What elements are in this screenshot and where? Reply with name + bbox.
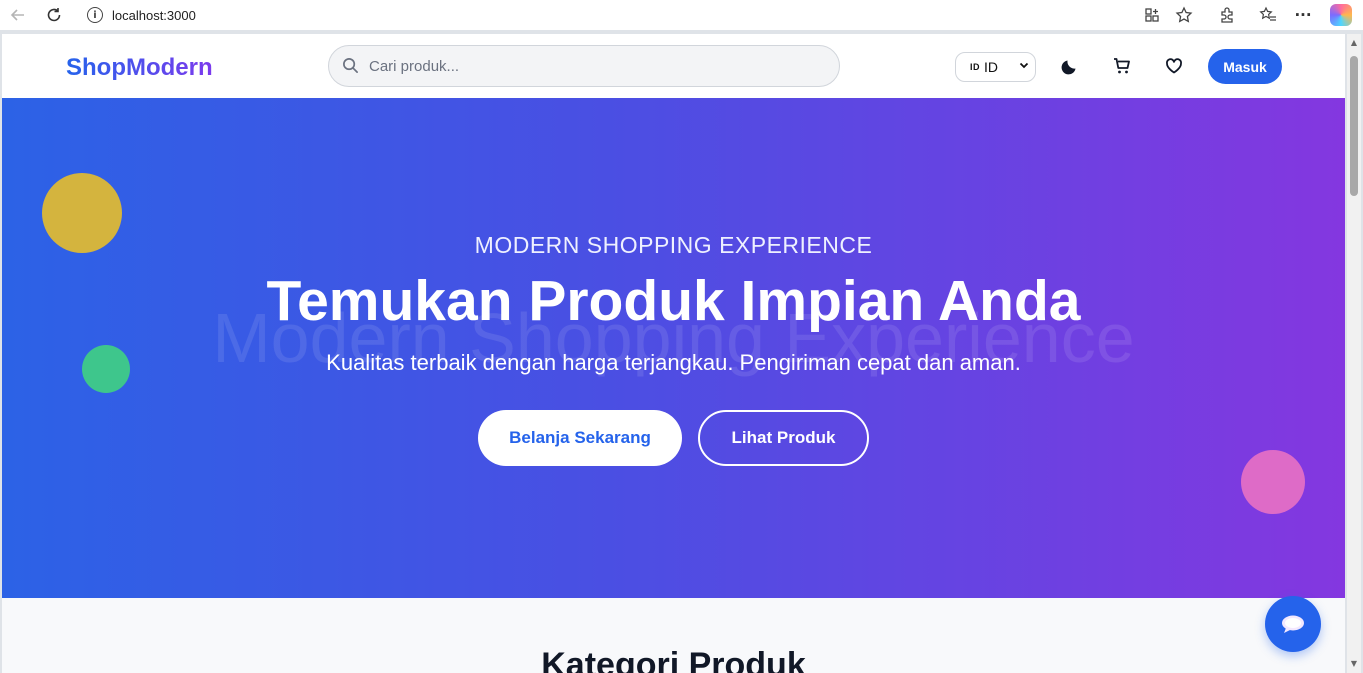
scroll-thumb[interactable] [1350,56,1358,196]
hero-subtitle: Kualitas terbaik dengan harga terjangkau… [326,350,1021,375]
url-text: localhost:3000 [112,7,196,23]
language-flag: ID [970,62,980,72]
hero-title: Temukan Produk Impian Anda [266,269,1081,333]
cart-icon[interactable] [1110,54,1134,78]
back-icon[interactable] [6,4,30,26]
copilot-icon[interactable] [1330,4,1352,26]
chat-button[interactable] [1265,596,1321,652]
page-viewport: ShopModern ID ID Masuk Modern Shopping E… [2,34,1345,673]
login-button[interactable]: Masuk [1208,49,1282,84]
heart-icon[interactable] [1162,54,1186,78]
hero-banner: Modern Shopping Experience MODERN SHOPPI… [2,98,1345,598]
language-value: ID [984,59,998,75]
view-products-button[interactable]: Lihat Produk [698,410,869,466]
reload-icon[interactable] [42,4,66,26]
chevron-down-icon [1019,60,1029,73]
shop-now-button[interactable]: Belanja Sekarang [478,410,682,466]
search-input[interactable] [369,57,809,75]
search-bar[interactable] [328,45,840,87]
scroll-down-icon[interactable]: ▼ [1349,659,1359,669]
info-icon[interactable]: i [87,7,103,23]
browser-toolbar: i localhost:3000 ··· [0,0,1363,30]
apps-icon[interactable] [1141,4,1163,26]
scroll-up-icon[interactable]: ▲ [1349,38,1359,48]
search-icon [343,58,358,73]
more-icon[interactable]: ··· [1292,4,1314,26]
hero-eyebrow: MODERN SHOPPING EXPERIENCE [474,232,873,258]
categories-title: Kategori Produk [541,646,806,673]
language-select[interactable]: ID ID [955,52,1036,82]
site-header: ShopModern ID ID Masuk [2,34,1345,98]
moon-icon[interactable] [1058,54,1082,78]
page-scrollbar[interactable]: ▲ ▼ [1347,34,1361,673]
decorative-circle [1241,450,1305,514]
star-icon[interactable] [1173,4,1195,26]
extensions-icon[interactable] [1216,4,1238,26]
chat-icon [1282,615,1304,633]
address-bar[interactable]: i localhost:3000 [79,2,1207,28]
site-logo[interactable]: ShopModern [66,54,213,82]
favorites-icon[interactable] [1257,4,1279,26]
